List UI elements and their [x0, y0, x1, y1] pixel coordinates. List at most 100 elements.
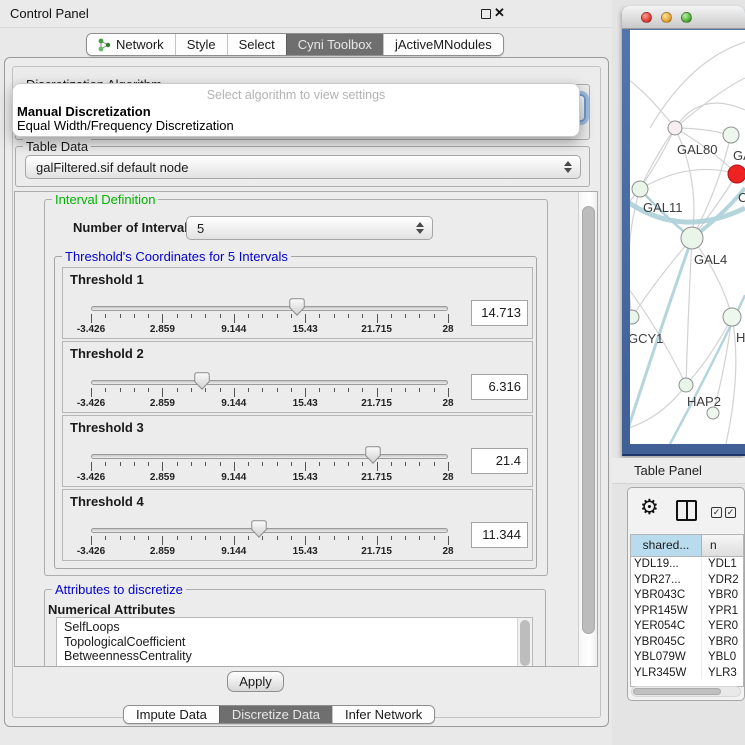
tab-network[interactable]: Network [87, 34, 175, 55]
cell-name: YBR0 [702, 588, 743, 604]
tick-mark [419, 388, 420, 392]
slider-thumb[interactable] [251, 520, 267, 538]
tab-select[interactable]: Select [227, 34, 286, 55]
tab-cyni-toolbox[interactable]: Cyni Toolbox [286, 34, 383, 55]
tick-mark [434, 314, 435, 318]
table-row[interactable]: YDR27...YDR2 [631, 573, 743, 589]
close-icon[interactable]: ✕ [494, 5, 505, 21]
tick-mark [162, 536, 163, 545]
dropdown-option-equal-width-frequency[interactable]: Equal Width/Frequency Discretization [17, 118, 234, 133]
tab-jactivemnodules[interactable]: jActiveMNodules [383, 34, 503, 55]
panel-title: Control Panel [10, 6, 89, 21]
attribute-list-item[interactable]: SelfLoops [57, 620, 532, 635]
network-node-ga[interactable] [723, 127, 739, 143]
minimize-traffic-light-icon[interactable] [661, 12, 672, 23]
node-label: HAP2 [687, 394, 721, 409]
tick-mark [319, 314, 320, 318]
close-traffic-light-icon[interactable] [641, 12, 652, 23]
control-panel-titlebar: Control Panel ✕ [0, 0, 612, 28]
tick-mark [177, 388, 178, 392]
cell-name: YDL1 [702, 557, 743, 573]
cell-name: YBR0 [702, 635, 743, 651]
tick-mark [305, 388, 306, 397]
column-header-shared-name[interactable]: shared... [631, 535, 702, 556]
slider-track[interactable] [91, 380, 448, 385]
table-data-combobox[interactable]: galFiltered.sif default node [25, 155, 581, 179]
tick-mark [391, 462, 392, 466]
node-label: C [738, 190, 745, 205]
tab-impute-data[interactable]: Impute Data [124, 706, 219, 723]
network-node-gal11[interactable] [632, 181, 648, 197]
slider-track[interactable] [91, 306, 448, 311]
tick-mark [134, 536, 135, 540]
table-row[interactable]: YBR045CYBR0 [631, 635, 743, 651]
numerical-attributes-list[interactable]: SelfLoopsTopologicalCoefficientBetweenne… [56, 617, 533, 666]
table-row[interactable]: YBR043CYBR0 [631, 588, 743, 604]
tick-mark [277, 536, 278, 540]
table-row[interactable]: YER054CYER0 [631, 619, 743, 635]
table-hscrollbar-thumb[interactable] [633, 688, 721, 695]
threshold-value-field[interactable]: 14.713 [471, 300, 528, 326]
attributes-group: Attributes to discretize Numerical Attri… [44, 589, 546, 666]
settings-scrollpane: Interval Definition Number of Intervals … [14, 191, 598, 667]
tick-mark [348, 388, 349, 392]
table-row[interactable]: YDL19...YDL1 [631, 557, 743, 573]
tick-mark [148, 314, 149, 318]
attribute-list-item[interactable]: BetweennessCentrality [57, 649, 532, 664]
checkbox-icon[interactable]: ✓ [711, 507, 722, 518]
threshold-panel-3: Threshold 3-3.4262.8599.14415.4321.71528… [62, 415, 533, 487]
gear-icon[interactable]: ⚙ [640, 496, 659, 520]
checkbox-icon[interactable]: ✓ [725, 507, 736, 518]
tick-mark [220, 388, 221, 392]
tab-discretize-data[interactable]: Discretize Data [219, 706, 332, 723]
table-row[interactable]: YPR145WYPR1 [631, 604, 743, 620]
number-of-intervals-combobox[interactable]: 5 [186, 216, 433, 240]
slider-thumb[interactable] [194, 372, 210, 390]
network-node-gcy1[interactable] [630, 310, 639, 324]
tick-mark [377, 536, 378, 545]
table-row[interactable]: YBL079WYBL0 [631, 650, 743, 666]
tick-mark [448, 388, 449, 397]
slider-thumb[interactable] [365, 446, 381, 464]
tick-mark [348, 462, 349, 466]
main-scrollbar[interactable] [578, 192, 597, 666]
network-node-gal80[interactable] [668, 121, 682, 135]
network-node-hap2[interactable] [679, 378, 693, 392]
threshold-value-field[interactable]: 21.4 [471, 448, 528, 474]
column-split-icon[interactable] [676, 500, 697, 521]
threshold-value-field[interactable]: 11.344 [471, 522, 528, 548]
cell-shared-name: YBR045C [631, 635, 702, 651]
network-canvas[interactable]: GAL80GACGAL11GAL4GCY1HHAP2 [630, 30, 745, 444]
threshold-value-field[interactable]: 6.316 [471, 374, 528, 400]
list-scrollbar-thumb[interactable] [520, 620, 530, 666]
tick-mark [134, 314, 135, 318]
table-row[interactable]: YLR345WYLR3 [631, 666, 743, 680]
tab-style[interactable]: Style [175, 34, 227, 55]
tick-mark [105, 462, 106, 466]
float-window-icon[interactable] [481, 9, 491, 19]
network-node-h[interactable] [723, 308, 741, 326]
tick-mark [162, 314, 163, 323]
table-hscrollbar[interactable] [631, 686, 741, 697]
tick-mark [248, 388, 249, 392]
list-scrollbar[interactable] [517, 618, 532, 666]
threshold-panel-2: Threshold 2-3.4262.8599.14415.4321.71528… [62, 341, 533, 413]
main-scrollbar-thumb[interactable] [582, 206, 595, 634]
slider-track[interactable] [91, 528, 448, 533]
column-header-name[interactable]: n [702, 535, 743, 556]
apply-button[interactable]: Apply [227, 671, 284, 692]
tick-mark [105, 536, 106, 540]
tick-mark [434, 462, 435, 466]
tab-infer-network[interactable]: Infer Network [332, 706, 434, 723]
dropdown-option-manual-discretization[interactable]: Manual Discretization [17, 104, 151, 119]
tick-mark [291, 388, 292, 392]
slider-track[interactable] [91, 454, 448, 459]
network-node-c[interactable] [728, 165, 745, 183]
tick-label: 28 [442, 472, 453, 483]
numerical-attributes-label: Numerical Attributes [48, 602, 175, 617]
zoom-traffic-light-icon[interactable] [681, 12, 692, 23]
tick-mark [362, 314, 363, 318]
attribute-list-item[interactable]: TopologicalCoefficient [57, 635, 532, 650]
tick-mark [377, 314, 378, 323]
network-node-gal4[interactable] [681, 227, 703, 249]
